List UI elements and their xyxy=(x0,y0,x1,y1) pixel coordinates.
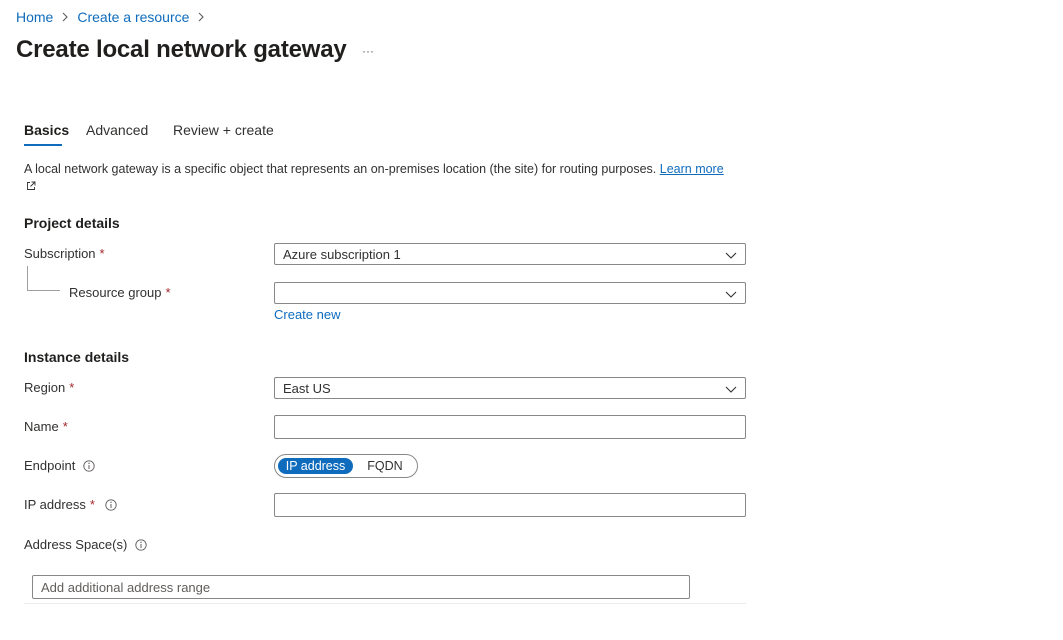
subscription-dropdown[interactable]: Azure subscription 1 xyxy=(274,243,746,265)
page-description: A local network gateway is a specific ob… xyxy=(24,161,734,195)
info-icon[interactable] xyxy=(83,459,95,472)
required-marker: * xyxy=(69,380,75,395)
info-icon[interactable] xyxy=(135,538,147,551)
name-input[interactable] xyxy=(283,418,745,436)
tab-advanced[interactable]: Advanced xyxy=(86,122,148,138)
breadcrumb-create-resource-link[interactable]: Create a resource xyxy=(77,9,189,25)
tab-basics[interactable]: Basics xyxy=(24,122,69,138)
endpoint-option-fqdn[interactable]: FQDN xyxy=(359,458,411,474)
endpoint-toggle: IP address FQDN xyxy=(274,454,418,478)
required-marker: * xyxy=(62,419,68,434)
chevron-down-icon xyxy=(725,252,737,259)
ip-address-field xyxy=(274,493,746,517)
resource-group-label: Resource group * xyxy=(69,285,171,300)
subscription-label: Subscription * xyxy=(24,246,105,261)
region-dropdown[interactable]: East US xyxy=(274,377,746,399)
address-range-input[interactable] xyxy=(41,578,689,596)
name-label: Name * xyxy=(24,419,68,434)
breadcrumb: Home Create a resource xyxy=(16,9,213,25)
address-range-field xyxy=(32,575,690,599)
ip-address-input[interactable] xyxy=(283,496,745,514)
required-marker: * xyxy=(165,285,171,300)
page-title: Create local network gateway xyxy=(16,36,347,63)
ip-address-label: IP address * xyxy=(24,497,117,512)
address-space-label: Address Space(s) xyxy=(24,537,147,552)
tab-review-create[interactable]: Review + create xyxy=(173,122,274,138)
resource-group-dropdown[interactable] xyxy=(274,282,746,304)
create-new-resource-group-link[interactable]: Create new xyxy=(274,307,340,322)
divider xyxy=(24,603,746,604)
chevron-right-icon xyxy=(62,12,69,22)
region-label: Region * xyxy=(24,380,75,395)
endpoint-label: Endpoint xyxy=(24,458,95,473)
project-details-heading: Project details xyxy=(24,215,120,231)
endpoint-option-ip-address[interactable]: IP address xyxy=(278,458,353,474)
more-options-button[interactable]: ··· xyxy=(362,44,374,58)
required-marker: * xyxy=(89,497,95,512)
instance-details-heading: Instance details xyxy=(24,349,130,365)
breadcrumb-home-link[interactable]: Home xyxy=(16,9,53,25)
info-icon[interactable] xyxy=(105,498,117,511)
tree-connector xyxy=(27,266,60,291)
chevron-down-icon xyxy=(725,291,737,298)
required-marker: * xyxy=(99,246,105,261)
chevron-down-icon xyxy=(725,386,737,393)
chevron-right-icon xyxy=(199,12,205,22)
active-tab-indicator xyxy=(24,144,62,146)
description-text: A local network gateway is a specific ob… xyxy=(24,162,660,176)
external-link-icon xyxy=(27,181,36,190)
name-field xyxy=(274,415,746,439)
